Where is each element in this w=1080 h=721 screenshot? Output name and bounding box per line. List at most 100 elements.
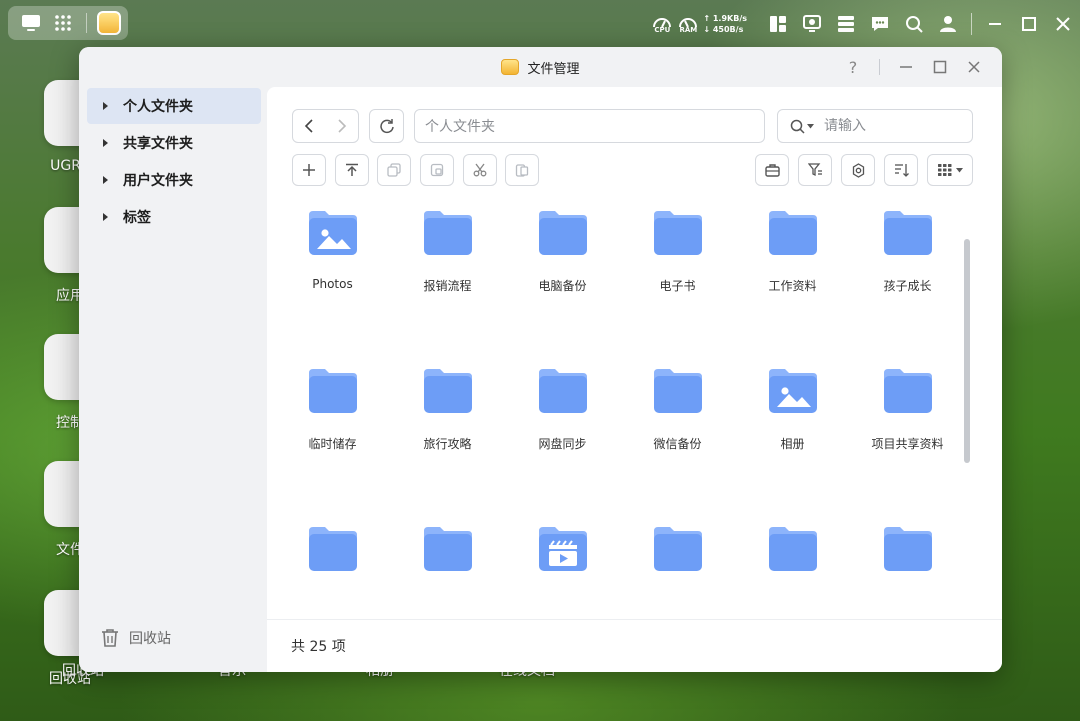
window-minimize-button[interactable] — [894, 55, 918, 79]
video-folder-icon — [537, 525, 589, 573]
file-manager-app-icon — [501, 59, 520, 75]
forward-button[interactable] — [326, 110, 359, 142]
help-icon: ? — [848, 57, 858, 77]
briefcase-button[interactable] — [755, 154, 789, 186]
file-name: 临时储存 — [308, 437, 357, 451]
settings-button[interactable] — [841, 154, 875, 186]
tray-divider — [971, 13, 972, 35]
sidebar-item-shared-folder[interactable]: 共享文件夹 — [87, 125, 261, 161]
image-folder-icon — [767, 367, 819, 415]
file-name: 工作资料 — [768, 279, 817, 293]
user-icon[interactable] — [931, 8, 965, 40]
minimize-icon[interactable] — [978, 8, 1012, 40]
chevron-left-icon — [305, 119, 313, 133]
file-item[interactable] — [850, 525, 957, 593]
titlebar-divider — [879, 59, 880, 75]
sidebar-item-personal-folder[interactable]: 个人文件夹 — [87, 88, 261, 124]
grid-view-icon — [937, 164, 951, 176]
dashboard-icon[interactable] — [761, 8, 795, 40]
file-item[interactable]: Photos — [275, 209, 390, 291]
search-box[interactable] — [777, 109, 973, 143]
plus-icon — [303, 164, 315, 176]
search-input[interactable] — [824, 118, 954, 134]
folder-icon — [422, 525, 474, 573]
file-name: 相册 — [780, 437, 805, 451]
maximize-icon[interactable] — [1012, 8, 1046, 40]
upload-button[interactable] — [335, 154, 369, 186]
file-name: Photos — [312, 277, 353, 291]
window-titlebar[interactable]: 文件管理 ? — [79, 47, 1002, 87]
minimize-icon — [900, 66, 912, 68]
folder-icon — [882, 525, 934, 573]
search-icon[interactable] — [897, 8, 931, 40]
window-maximize-button[interactable] — [928, 55, 952, 79]
sidebar-item-tags[interactable]: 标签 — [87, 199, 261, 235]
paste-button[interactable] — [505, 154, 539, 186]
sidebar-item-label: 共享文件夹 — [123, 136, 193, 152]
system-top-bar: CPU RAM ↑ 1.9KB/s ↓ 450B/s — [0, 0, 1080, 48]
desktop-icon[interactable] — [18, 10, 44, 36]
file-manager-taskbar-icon[interactable] — [97, 11, 121, 35]
sidebar: 个人文件夹 共享文件夹 用户文件夹 标签 回收站 — [79, 87, 267, 672]
sidebar-recycle-bin[interactable]: 回收站 — [101, 628, 171, 648]
file-item[interactable]: 电脑备份 — [505, 209, 620, 294]
history-nav — [292, 109, 359, 143]
filter-button[interactable] — [798, 154, 832, 186]
launcher-divider — [86, 13, 87, 33]
folder-icon — [652, 367, 704, 415]
caret-right-icon[interactable] — [103, 213, 108, 221]
search-scope-dropdown[interactable] — [790, 119, 814, 134]
download-speed: 450B/s — [712, 25, 744, 34]
message-icon[interactable] — [863, 8, 897, 40]
file-item[interactable] — [735, 525, 850, 593]
window-title: 文件管理 — [527, 61, 580, 77]
vertical-scrollbar[interactable] — [964, 239, 970, 463]
file-item[interactable]: 孩子成长 — [850, 209, 957, 294]
sort-button[interactable] — [884, 154, 918, 186]
file-item[interactable] — [275, 525, 390, 593]
help-button[interactable]: ? — [841, 55, 865, 79]
file-item[interactable]: 项目共享资料 — [850, 367, 957, 452]
file-item[interactable]: 网盘同步 — [505, 367, 620, 452]
move-button[interactable] — [420, 154, 454, 186]
sidebar-item-user-folder[interactable]: 用户文件夹 — [87, 162, 261, 198]
file-item[interactable] — [505, 525, 620, 593]
caret-right-icon[interactable] — [103, 102, 108, 110]
network-speed[interactable]: ↑ 1.9KB/s ↓ 450B/s — [703, 13, 747, 35]
folder-icon — [307, 525, 359, 573]
file-item[interactable]: 报销流程 — [390, 209, 505, 294]
monitor-icon[interactable] — [795, 8, 829, 40]
file-item[interactable]: 临时储存 — [275, 367, 390, 452]
file-name: 孩子成长 — [883, 279, 932, 293]
new-button[interactable] — [292, 154, 326, 186]
maximize-icon — [933, 60, 947, 74]
apps-grid-icon[interactable] — [50, 10, 76, 36]
window-close-button[interactable] — [962, 55, 986, 79]
file-grid: Photos 报销流程 电脑备份 电子书 工作资料 孩子成长临时储存 旅行攻略 网盘同步 微信备… — [267, 199, 957, 619]
refresh-button[interactable] — [369, 109, 404, 143]
caret-right-icon[interactable] — [103, 176, 108, 184]
cut-button[interactable] — [463, 154, 497, 186]
file-item[interactable]: 相册 — [735, 367, 850, 452]
caret-down-icon — [807, 123, 814, 128]
file-item[interactable]: 旅行攻略 — [390, 367, 505, 452]
close-icon[interactable] — [1046, 8, 1080, 40]
view-mode-button[interactable] — [927, 154, 973, 186]
server-icon[interactable] — [829, 8, 863, 40]
copy-icon — [387, 163, 401, 177]
file-item[interactable]: 电子书 — [620, 209, 735, 294]
caret-right-icon[interactable] — [103, 139, 108, 147]
file-item[interactable]: 工作资料 — [735, 209, 850, 294]
file-item[interactable] — [620, 525, 735, 593]
gear-icon — [852, 162, 864, 178]
item-count: 共 25 项 — [291, 639, 346, 655]
back-button[interactable] — [293, 110, 326, 142]
file-item[interactable]: 微信备份 — [620, 367, 735, 452]
copy-button[interactable] — [377, 154, 411, 186]
folder-icon — [422, 367, 474, 415]
path-input[interactable] — [414, 109, 765, 143]
move-file-icon — [430, 163, 444, 177]
cpu-meter[interactable]: CPU — [649, 14, 675, 34]
ram-meter[interactable]: RAM — [675, 14, 701, 34]
file-item[interactable] — [390, 525, 505, 593]
